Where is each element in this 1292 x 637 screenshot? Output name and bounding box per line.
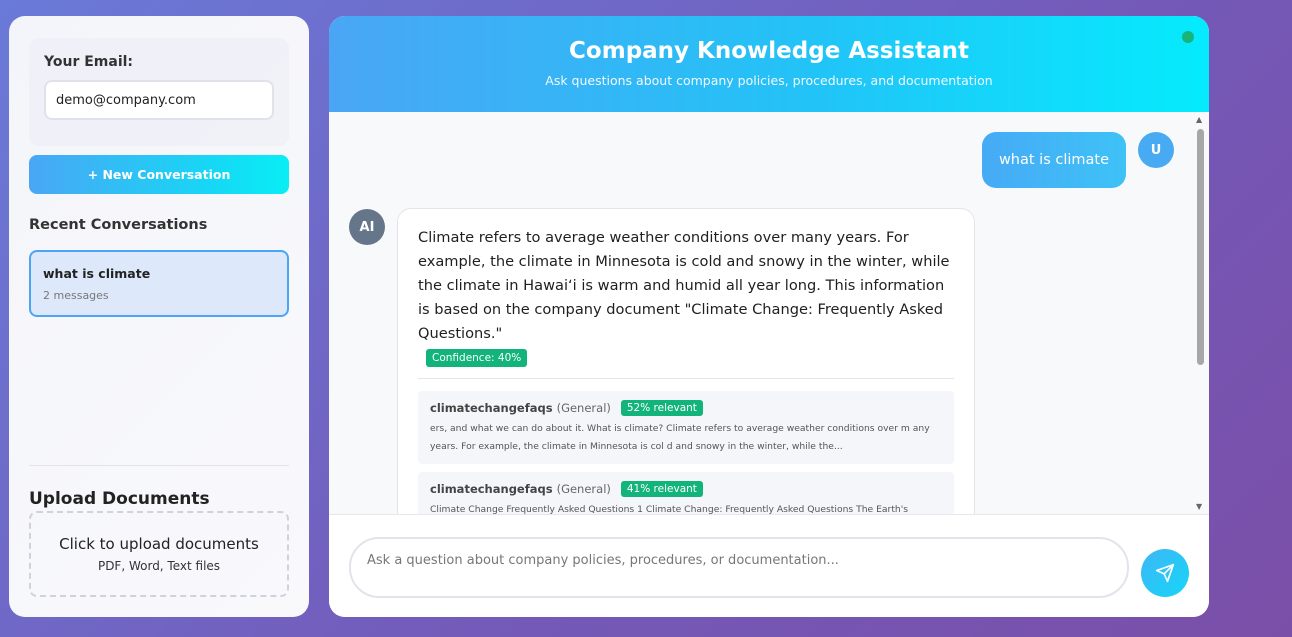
- source-header: climatechangefaqs (General) 52% relevant: [430, 400, 942, 416]
- source-snippet: ers, and what we can do about it. What i…: [430, 423, 930, 452]
- page-title: Company Knowledge Assistant: [569, 38, 969, 64]
- ai-message-bubble: Climate refers to average weather condit…: [397, 208, 975, 514]
- connection-status-indicator: [1182, 31, 1194, 43]
- send-button[interactable]: [1141, 549, 1189, 597]
- user-avatar: U: [1138, 132, 1174, 168]
- source-snippet: Climate Change Frequently Asked Question…: [430, 504, 909, 514]
- source-header: climatechangefaqs (General) 41% relevant: [430, 481, 942, 497]
- source-name: climatechangefaqs: [430, 482, 553, 496]
- message-list[interactable]: what is climate U AI Climate refers to a…: [329, 112, 1209, 514]
- chat-message-input[interactable]: [349, 537, 1129, 598]
- sources-divider: [418, 378, 954, 379]
- source-name: climatechangefaqs: [430, 401, 553, 415]
- source-card: climatechangefaqs (General) 41% relevant…: [418, 472, 954, 514]
- email-field[interactable]: [44, 80, 274, 120]
- source-category: (General): [556, 401, 611, 415]
- upload-documents-title: Upload Documents: [29, 489, 210, 509]
- page-subtitle: Ask questions about company policies, pr…: [545, 73, 993, 88]
- scroll-up-arrow-icon[interactable]: ▲: [1196, 115, 1202, 124]
- upload-dropzone-label: Click to upload documents: [59, 535, 259, 553]
- source-category: (General): [556, 482, 611, 496]
- ai-message-text: Climate refers to average weather condit…: [418, 229, 950, 342]
- send-icon: [1155, 563, 1175, 583]
- sidebar: Your Email: + New Conversation Recent Co…: [9, 16, 309, 617]
- upload-dropzone[interactable]: Click to upload documents PDF, Word, Tex…: [29, 511, 289, 597]
- source-card: climatechangefaqs (General) 52% relevant…: [418, 391, 954, 464]
- scrollbar-thumb[interactable]: [1197, 129, 1204, 365]
- user-message-bubble: what is climate: [982, 132, 1126, 188]
- sidebar-divider: [29, 465, 289, 466]
- conversation-message-count: 2 messages: [43, 289, 109, 302]
- email-section: Your Email:: [29, 38, 289, 146]
- scroll-down-arrow-icon[interactable]: ▼: [1196, 502, 1202, 511]
- conversation-item[interactable]: what is climate 2 messages: [29, 250, 289, 317]
- message-scrollbar[interactable]: ▲ ▼: [1194, 112, 1206, 514]
- user-message-text: what is climate: [998, 152, 1110, 168]
- chat-input-bar: [329, 514, 1209, 617]
- new-conversation-button[interactable]: + New Conversation: [29, 155, 289, 194]
- conversation-title: what is climate: [43, 266, 151, 281]
- chat-panel: Company Knowledge Assistant Ask question…: [329, 16, 1209, 617]
- ai-avatar: AI: [349, 209, 385, 245]
- confidence-badge: Confidence: 40%: [426, 349, 528, 367]
- email-label: Your Email:: [44, 54, 134, 70]
- recent-conversations-title: Recent Conversations: [29, 217, 208, 233]
- upload-file-types: PDF, Word, Text files: [97, 559, 221, 573]
- chat-header: Company Knowledge Assistant Ask question…: [329, 16, 1209, 112]
- relevance-badge: 52% relevant: [620, 400, 703, 416]
- relevance-badge: 41% relevant: [620, 481, 703, 497]
